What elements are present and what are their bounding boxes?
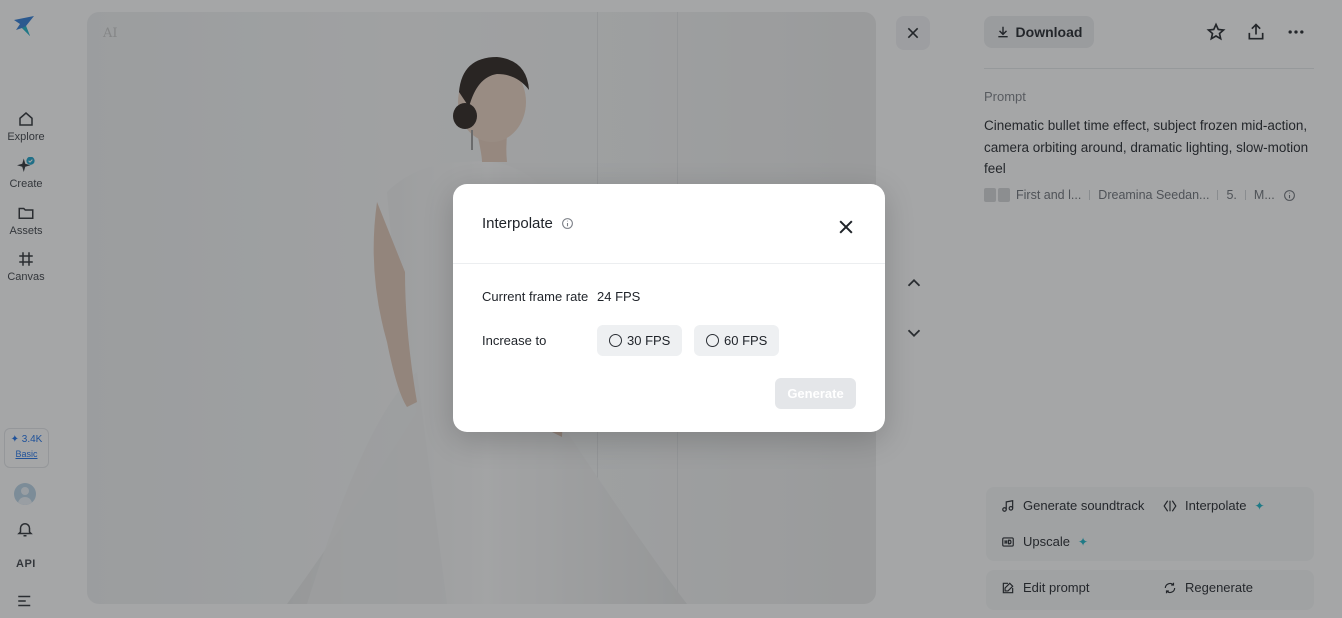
increase-to-label: Increase to (482, 333, 547, 348)
current-frame-rate-label: Current frame rate (482, 289, 589, 304)
fps-option-label: 30 FPS (627, 333, 671, 348)
info-icon[interactable] (561, 217, 574, 230)
interpolate-dialog: Interpolate Current frame rate 24 FPS In… (453, 184, 885, 432)
dialog-title: Interpolate (482, 215, 574, 232)
generate-button[interactable]: Generate (775, 378, 856, 409)
fps-option-label: 60 FPS (724, 333, 768, 348)
current-frame-rate-value: 24 FPS (597, 289, 641, 304)
dialog-title-text: Interpolate (482, 215, 553, 232)
fps-option-60[interactable]: 60 FPS (694, 325, 780, 356)
dialog-divider (453, 263, 885, 264)
radio-icon (706, 334, 719, 347)
radio-icon (609, 334, 622, 347)
fps-option-30[interactable]: 30 FPS (597, 325, 683, 356)
close-dialog-icon[interactable] (836, 217, 856, 237)
